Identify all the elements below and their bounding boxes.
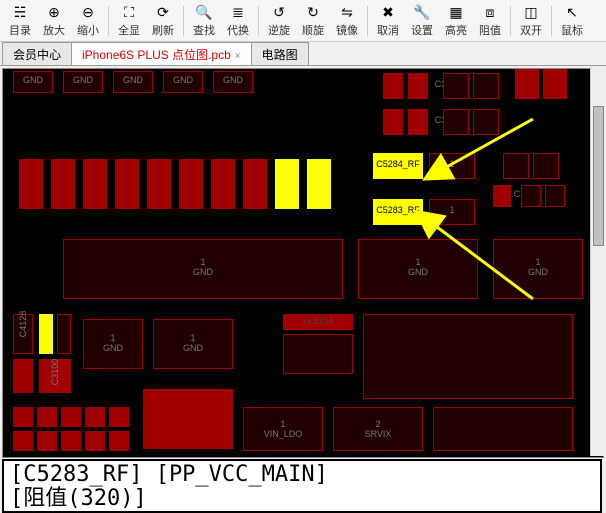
pad-c5283[interactable] xyxy=(373,199,423,225)
tool-label: 鼠标 xyxy=(561,22,583,38)
zoomin-button[interactable]: ⊕放大 xyxy=(38,2,70,40)
tool-label: 顺旋 xyxy=(302,22,324,38)
split-button[interactable]: ◫双开 xyxy=(515,2,547,40)
tab-schem[interactable]: 电路图 xyxy=(251,42,309,65)
cancel-button[interactable]: ✖取消 xyxy=(372,2,404,40)
tool-label: 目录 xyxy=(9,22,31,38)
tool-label: 取消 xyxy=(377,22,399,38)
rotcw-icon: ↻ xyxy=(304,4,322,21)
tool-label: 逆旋 xyxy=(268,22,290,38)
rotccw-button[interactable]: ↺逆旋 xyxy=(263,2,295,40)
tool-label: 镜像 xyxy=(336,22,358,38)
refresh-button[interactable]: ⟳刷新 xyxy=(147,2,179,40)
tab-member[interactable]: 会员中心 xyxy=(2,42,72,65)
tool-label: 高亮 xyxy=(445,22,467,38)
fullview-button[interactable]: ⛶全显 xyxy=(113,2,145,40)
zoomin-icon: ⊕ xyxy=(45,4,63,21)
status-line-1: [C5283_RF] [PP_VCC_MAIN] xyxy=(10,463,594,487)
tool-label: 双开 xyxy=(520,22,542,38)
find-button[interactable]: 🔍查找 xyxy=(188,2,220,40)
tool-label: 设置 xyxy=(411,22,433,38)
tab-pcb[interactable]: iPhone6S PLUS 点位图.pcb× xyxy=(71,42,252,65)
fullview-icon: ⛶ xyxy=(120,4,138,21)
dir-icon: ☵ xyxy=(11,4,29,21)
highlight-button[interactable]: ▦高亮 xyxy=(440,2,472,40)
replace-button[interactable]: ≣代换 xyxy=(222,2,254,40)
rotcw-button[interactable]: ↻顺旋 xyxy=(297,2,329,40)
tool-label: 缩小 xyxy=(77,22,99,38)
document-tabbar: 会员中心iPhone6S PLUS 点位图.pcb×电路图 xyxy=(0,42,606,66)
tool-label: 阻值 xyxy=(479,22,501,38)
rotccw-icon: ↺ xyxy=(270,4,288,21)
tool-label: 全显 xyxy=(118,22,140,38)
mouse-button[interactable]: ↖鼠标 xyxy=(556,2,588,40)
tool-label: 查找 xyxy=(193,22,215,38)
tool-label: 刷新 xyxy=(152,22,174,38)
replace-icon: ≣ xyxy=(229,4,247,21)
zoomout-icon: ⊖ xyxy=(79,4,97,21)
cancel-icon: ✖ xyxy=(379,4,397,21)
pcb-canvas[interactable]: GND GND GND GND GND C3124 C3128 C5284_RF… xyxy=(2,68,604,458)
dir-button[interactable]: ☵目录 xyxy=(4,2,36,40)
highlight-icon: ▦ xyxy=(447,4,465,21)
find-icon: 🔍 xyxy=(195,4,213,21)
zoomout-button[interactable]: ⊖缩小 xyxy=(72,2,104,40)
mirror-button[interactable]: ⇋镜像 xyxy=(331,2,363,40)
settings-icon: 🔧 xyxy=(413,4,431,21)
tool-label: 放大 xyxy=(43,22,65,38)
mouse-icon: ↖ xyxy=(563,4,581,21)
status-line-2: [阻值(320)] xyxy=(10,487,594,511)
settings-button[interactable]: 🔧设置 xyxy=(406,2,438,40)
pad-c5284[interactable] xyxy=(373,153,423,179)
vertical-scrollbar[interactable] xyxy=(590,66,606,456)
main-toolbar: ☵目录⊕放大⊖缩小⛶全显⟳刷新🔍查找≣代换↺逆旋↻顺旋⇋镜像✖取消🔧设置▦高亮⧈… xyxy=(0,0,606,42)
mirror-icon: ⇋ xyxy=(338,4,356,21)
split-icon: ◫ xyxy=(522,4,540,21)
status-panel: [C5283_RF] [PP_VCC_MAIN] [阻值(320)] xyxy=(2,459,602,513)
tool-label: 代换 xyxy=(227,22,249,38)
resist-button[interactable]: ⧈阻值 xyxy=(474,2,506,40)
resist-icon: ⧈ xyxy=(481,4,499,21)
refresh-icon: ⟳ xyxy=(154,4,172,21)
close-icon[interactable]: × xyxy=(235,51,241,62)
